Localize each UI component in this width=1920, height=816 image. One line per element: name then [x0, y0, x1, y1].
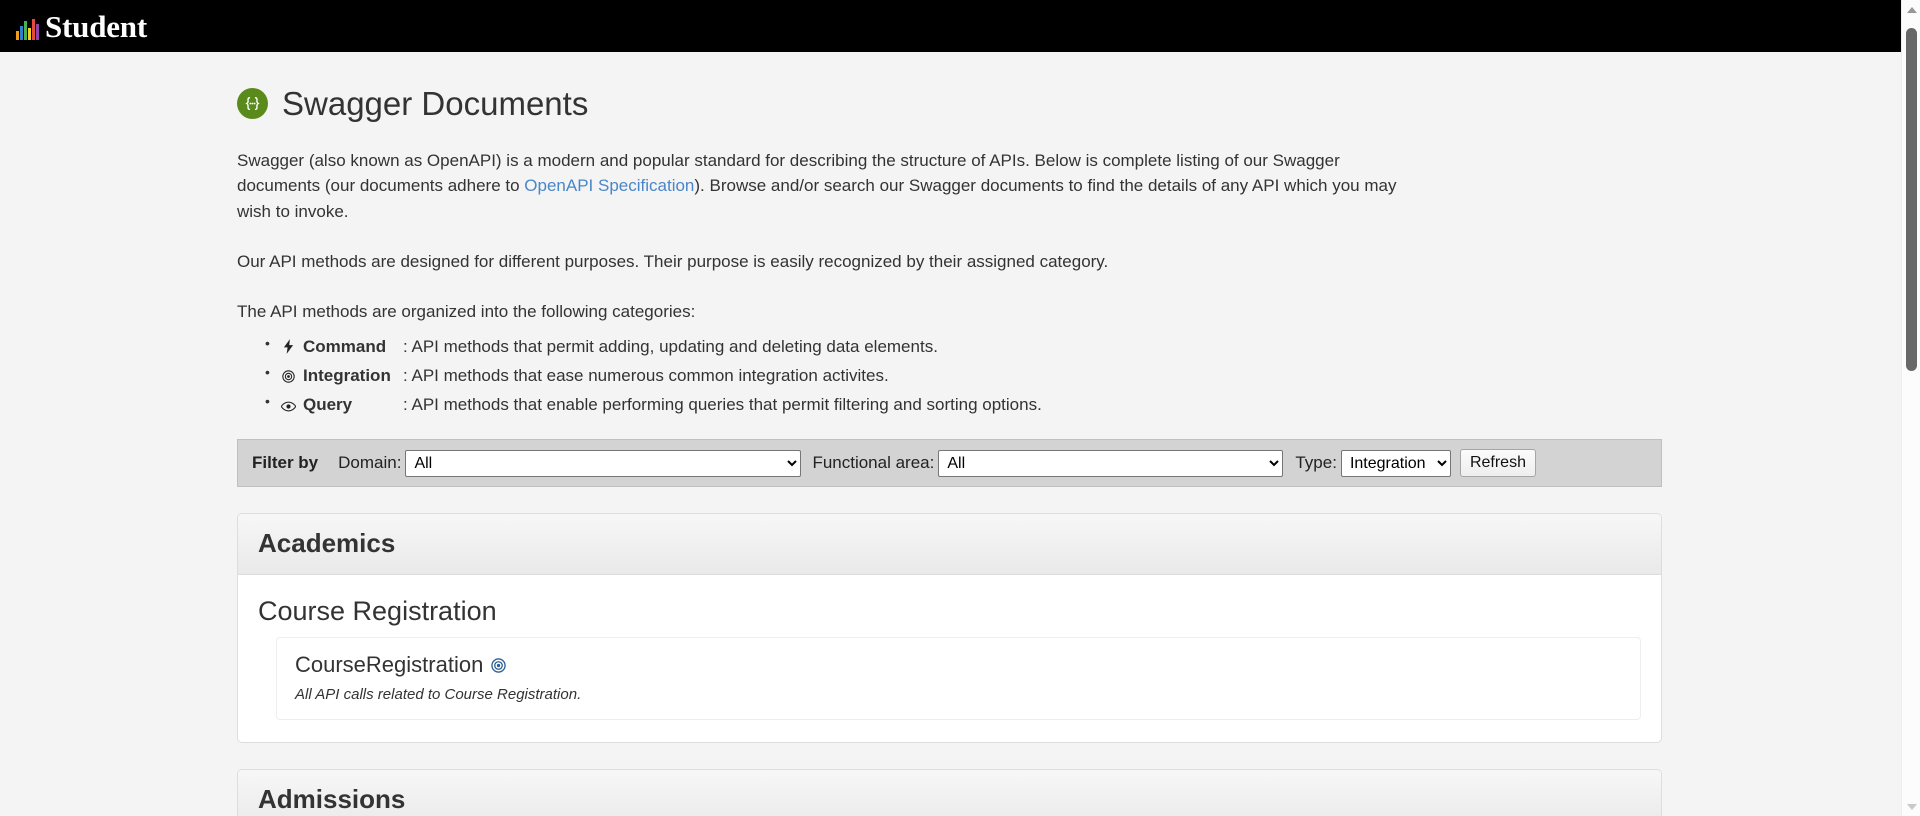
- target-icon: [491, 658, 507, 673]
- api-item-name: CourseRegistration: [295, 652, 484, 678]
- category-legend-item-integration: Integration : API methods that ease nume…: [265, 363, 1662, 388]
- category-legend-item-command: Command : API methods that permit adding…: [265, 334, 1662, 359]
- intro-paragraph-1: Swagger (also known as OpenAPI) is a mod…: [237, 148, 1397, 225]
- category-description: : API methods that enable performing que…: [403, 394, 1042, 414]
- type-filter-select[interactable]: Integration: [1340, 449, 1451, 477]
- vertical-scrollbar[interactable]: [1901, 0, 1920, 816]
- filter-bar-title: Filter by: [252, 453, 319, 473]
- brand-name: Student: [45, 8, 147, 44]
- section-panel-academics: Academics Course Registration CourseRegi…: [237, 513, 1662, 744]
- page-title-text: Swagger Documents: [282, 85, 589, 122]
- api-group-title: Course Registration: [258, 595, 497, 626]
- section-body: Course Registration CourseRegistration A…: [238, 575, 1661, 743]
- app-header: Student: [0, 0, 1901, 52]
- brand-logo[interactable]: Student: [16, 11, 147, 42]
- section-panel-admissions: Admissions Student Transfer Credit: [237, 769, 1662, 816]
- filter-bar: Filter by Domain: All Functional area: A…: [237, 439, 1662, 488]
- type-filter-label: Type:: [1295, 453, 1337, 473]
- section-heading: Academics: [258, 528, 396, 559]
- api-item-header: CourseRegistration: [295, 652, 1622, 678]
- domain-filter-select[interactable]: All: [405, 449, 802, 477]
- scrollbar-thumb[interactable]: [1906, 28, 1917, 371]
- category-description: : API methods that ease numerous common …: [403, 365, 889, 385]
- brand-bars-icon: [16, 18, 39, 42]
- target-icon: [281, 370, 296, 383]
- eye-icon: [281, 401, 296, 412]
- intro-paragraph-3: The API methods are organized into the f…: [237, 301, 696, 321]
- category-legend-list: Command : API methods that permit adding…: [237, 334, 1662, 417]
- intro-paragraph-2: Our API methods are designed for differe…: [237, 252, 1109, 272]
- domain-filter-label: Domain:: [338, 453, 402, 473]
- category-legend-item-query: Query : API methods that enable performi…: [265, 392, 1662, 417]
- swagger-braces-icon: [237, 88, 268, 120]
- section-heading: Admissions: [258, 784, 406, 815]
- section-header: Academics: [238, 514, 1661, 575]
- scroll-up-arrow-icon[interactable]: [1902, 0, 1920, 19]
- lightning-bolt-icon: [281, 338, 296, 354]
- scroll-down-arrow-icon[interactable]: [1902, 797, 1920, 816]
- browser-viewport: Student Swagger Documents Swagger (also …: [0, 0, 1920, 816]
- functional-area-filter-label: Functional area:: [812, 453, 935, 473]
- category-description: : API methods that permit adding, updati…: [403, 336, 938, 356]
- category-label: Command: [303, 336, 387, 356]
- category-label: Query: [303, 394, 353, 414]
- functional-area-filter-select[interactable]: All: [938, 449, 1284, 477]
- page-content: Swagger Documents Swagger (also known as…: [0, 84, 1901, 816]
- section-header: Admissions: [238, 770, 1661, 816]
- category-label: Integration: [303, 365, 391, 385]
- api-item-description: All API calls related to Course Registra…: [295, 686, 582, 704]
- openapi-spec-link[interactable]: OpenAPI Specification: [524, 176, 694, 195]
- api-item[interactable]: CourseRegistration All API calls related…: [276, 637, 1641, 721]
- refresh-button[interactable]: Refresh: [1459, 449, 1536, 478]
- page-title: Swagger Documents: [237, 84, 1662, 124]
